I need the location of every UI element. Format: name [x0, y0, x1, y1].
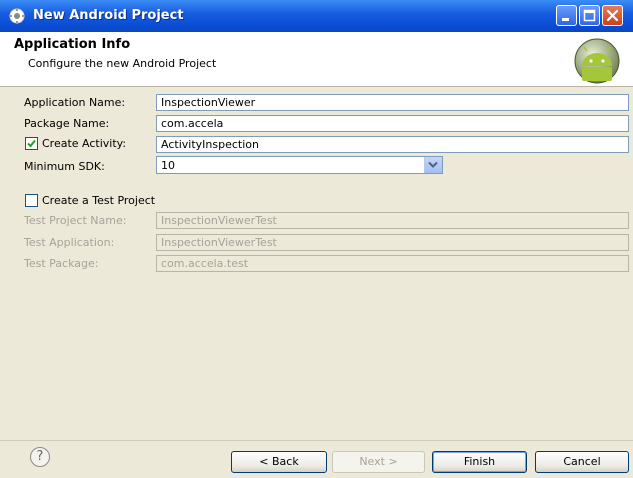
- checkmark-icon: [27, 139, 36, 148]
- minimize-icon: [562, 18, 569, 21]
- test-project-name-label: Test Project Name:: [24, 214, 127, 227]
- dropdown-button[interactable]: [424, 157, 442, 173]
- page-description: Configure the new Android Project: [28, 57, 217, 70]
- test-application-field: InspectionViewerTest: [156, 234, 629, 251]
- wizard-banner: Application Info Configure the new Andro…: [0, 32, 633, 87]
- title-bar[interactable]: New Android Project: [0, 0, 633, 32]
- cancel-button[interactable]: Cancel: [535, 451, 629, 473]
- package-name-label: Package Name:: [24, 117, 110, 130]
- next-button: Next >: [332, 451, 425, 473]
- package-name-field[interactable]: com.accela: [156, 115, 629, 132]
- close-button[interactable]: [602, 5, 623, 26]
- eclipse-gear-icon: [8, 7, 26, 25]
- create-test-project-checkbox[interactable]: [25, 194, 38, 207]
- create-activity-label: Create Activity:: [42, 137, 127, 150]
- new-android-project-dialog: New Android Project Application Info Con…: [0, 0, 633, 478]
- button-bar-separator: [0, 440, 633, 441]
- test-package-field: com.accela.test: [156, 255, 629, 272]
- application-name-field[interactable]: InspectionViewer: [156, 94, 629, 111]
- minimum-sdk-value: 10: [161, 159, 175, 172]
- help-icon[interactable]: ?: [30, 447, 50, 467]
- window-title: New Android Project: [33, 8, 184, 23]
- create-test-project-label: Create a Test Project: [42, 194, 156, 207]
- create-activity-field[interactable]: ActivityInspection: [156, 136, 629, 153]
- back-button[interactable]: < Back: [231, 451, 327, 473]
- close-icon: [606, 9, 619, 22]
- create-activity-checkbox[interactable]: [25, 137, 38, 150]
- maximize-icon: [583, 9, 596, 22]
- maximize-button[interactable]: [579, 5, 600, 26]
- application-name-label: Application Name:: [24, 96, 126, 109]
- chevron-down-icon: [428, 161, 438, 168]
- page-title: Application Info: [14, 37, 131, 52]
- finish-button[interactable]: Finish: [432, 451, 527, 473]
- minimize-button[interactable]: [556, 5, 577, 26]
- android-logo: [574, 38, 620, 84]
- test-application-label: Test Application:: [24, 236, 115, 249]
- minimum-sdk-label: Minimum SDK:: [24, 160, 105, 173]
- test-project-name-field: InspectionViewerTest: [156, 212, 629, 229]
- test-package-label: Test Package:: [24, 257, 99, 270]
- minimum-sdk-select[interactable]: 10: [156, 156, 443, 174]
